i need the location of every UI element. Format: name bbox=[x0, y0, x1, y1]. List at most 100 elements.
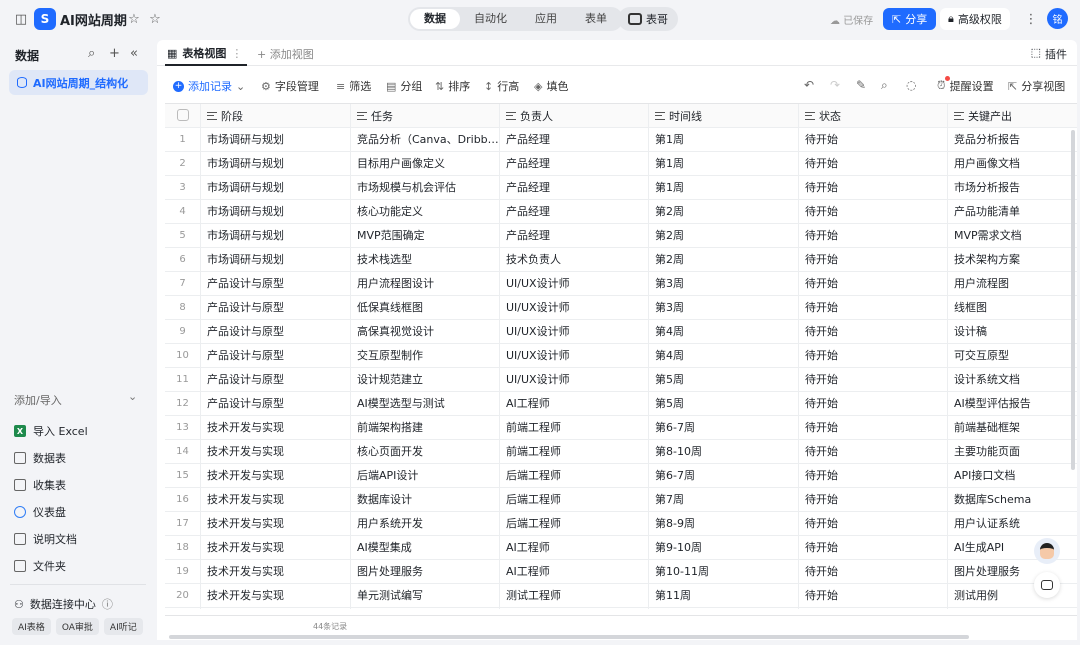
stage-cell[interactable]: 市场调研与规划 bbox=[201, 200, 351, 224]
owner-cell[interactable]: UI/UX设计师 bbox=[500, 296, 649, 320]
stage-cell[interactable]: 技术开发与实现 bbox=[201, 488, 351, 512]
chevron-down-icon[interactable]: ⌄ bbox=[128, 390, 137, 403]
task-cell[interactable]: 用户流程图设计 bbox=[351, 272, 500, 296]
stage-cell[interactable]: 市场调研与规划 bbox=[201, 128, 351, 152]
bot-button[interactable]: 表哥 bbox=[618, 7, 678, 31]
assistant-avatar-button[interactable] bbox=[1034, 538, 1060, 564]
sidebar-item-dashboard[interactable]: 仪表盘 bbox=[14, 504, 66, 520]
timeline-cell[interactable]: 第7周 bbox=[649, 488, 799, 512]
status-cell[interactable]: 待开始 bbox=[799, 488, 948, 512]
timeline-cell[interactable]: 第4周 bbox=[649, 344, 799, 368]
output-cell[interactable]: AI模型评估报告 bbox=[948, 392, 1077, 416]
table-row[interactable]: 3 市场调研与规划 市场规模与机会评估 产品经理 第1周 待开始 市场分析报告 bbox=[165, 176, 1077, 200]
data-connect-center[interactable]: ⚇ 数据连接中心 ⓘ bbox=[14, 596, 113, 612]
owner-cell[interactable]: 测试工程师 bbox=[500, 608, 649, 609]
table-row[interactable]: 20 技术开发与实现 单元测试编写 测试工程师 第11周 待开始 测试用例 bbox=[165, 584, 1077, 608]
task-cell[interactable]: AI模型选型与测试 bbox=[351, 392, 500, 416]
owner-cell[interactable]: 后端工程师 bbox=[500, 512, 649, 536]
timeline-cell[interactable]: 第11周 bbox=[649, 584, 799, 608]
sidebar-item-import-excel[interactable]: X 导入 Excel bbox=[14, 423, 88, 439]
timeline-cell[interactable]: 第10-11周 bbox=[649, 560, 799, 584]
redo-icon[interactable]: ↷ bbox=[830, 78, 840, 92]
table-row[interactable]: 11 产品设计与原型 设计规范建立 UI/UX设计师 第5周 待开始 设计系统文档 bbox=[165, 368, 1077, 392]
status-cell[interactable]: 待开始 bbox=[799, 392, 948, 416]
table-row[interactable]: 16 技术开发与实现 数据库设计 后端工程师 第7周 待开始 数据库Schema bbox=[165, 488, 1077, 512]
timeline-cell[interactable]: 第5周 bbox=[649, 368, 799, 392]
sort-button[interactable]: ⇅ 排序 bbox=[435, 78, 470, 94]
stage-cell[interactable]: 技术开发与实现 bbox=[201, 512, 351, 536]
task-cell[interactable]: MVP范围确定 bbox=[351, 224, 500, 248]
vertical-scrollbar[interactable] bbox=[1071, 130, 1075, 470]
table-row[interactable]: 17 技术开发与实现 用户系统开发 后端工程师 第8-9周 待开始 用户认证系统 bbox=[165, 512, 1077, 536]
column-header-output[interactable]: 关键产出 bbox=[948, 104, 1077, 128]
field-manage-button[interactable]: ⚙ 字段管理 bbox=[261, 78, 319, 94]
timeline-cell[interactable]: 第6-7周 bbox=[649, 416, 799, 440]
timeline-cell[interactable]: 第12周 bbox=[649, 608, 799, 609]
stage-cell[interactable]: 技术开发与实现 bbox=[201, 416, 351, 440]
task-cell[interactable]: 后端API设计 bbox=[351, 464, 500, 488]
status-cell[interactable]: 待开始 bbox=[799, 344, 948, 368]
status-cell[interactable]: 待开始 bbox=[799, 416, 948, 440]
owner-cell[interactable]: 前端工程师 bbox=[500, 440, 649, 464]
timeline-cell[interactable]: 第5周 bbox=[649, 392, 799, 416]
timeline-cell[interactable]: 第9-10周 bbox=[649, 536, 799, 560]
owner-cell[interactable]: AI工程师 bbox=[500, 392, 649, 416]
output-cell[interactable]: API接口文档 bbox=[948, 464, 1077, 488]
sidebar-item-active-table[interactable]: AI网站周期_结构化 bbox=[9, 70, 148, 95]
table-row[interactable]: 1市场调研与规划竞品分析（Canva、Dribbble等）产品经理第1周待开始竞… bbox=[165, 128, 1077, 152]
output-cell[interactable]: 可交互原型 bbox=[948, 344, 1077, 368]
chip-ai-notes[interactable]: AI听记 bbox=[103, 618, 143, 635]
task-cell[interactable]: 核心功能定义 bbox=[351, 200, 500, 224]
select-all-checkbox[interactable] bbox=[176, 109, 189, 121]
timeline-cell[interactable]: 第2周 bbox=[649, 224, 799, 248]
timeline-cell[interactable]: 第2周 bbox=[649, 200, 799, 224]
task-cell[interactable]: 单元测试编写 bbox=[351, 584, 500, 608]
column-header-status[interactable]: 状态 bbox=[799, 104, 948, 128]
output-cell[interactable]: 产品功能清单 bbox=[948, 200, 1077, 224]
undo-icon[interactable]: ↶ bbox=[804, 78, 814, 92]
owner-cell[interactable]: UI/UX设计师 bbox=[500, 368, 649, 392]
output-cell[interactable]: 测试报告 bbox=[948, 608, 1077, 609]
stage-cell[interactable]: 技术开发与实现 bbox=[201, 440, 351, 464]
stage-cell[interactable]: 产品设计与原型 bbox=[201, 296, 351, 320]
status-cell[interactable]: 待开始 bbox=[799, 320, 948, 344]
stage-cell[interactable]: 市场调研与规划 bbox=[201, 176, 351, 200]
owner-cell[interactable]: 产品经理 bbox=[500, 176, 649, 200]
add-view-button[interactable]: + 添加视图 bbox=[257, 46, 314, 62]
avatar[interactable]: 铭 bbox=[1047, 8, 1068, 29]
output-cell[interactable]: 线框图 bbox=[948, 296, 1077, 320]
share-button[interactable]: ⇱ 分享 bbox=[883, 8, 937, 30]
task-cell[interactable]: 交互原型制作 bbox=[351, 344, 500, 368]
owner-cell[interactable]: 产品经理 bbox=[500, 152, 649, 176]
stage-cell[interactable]: 市场调研与规划 bbox=[201, 224, 351, 248]
table-row[interactable]: 6 市场调研与规划 技术栈选型 技术负责人 第2周 待开始 技术架构方案 bbox=[165, 248, 1077, 272]
stage-cell[interactable]: 技术开发与实现 bbox=[201, 584, 351, 608]
table-row[interactable]: 14 技术开发与实现 核心页面开发 前端工程师 第8-10周 待开始 主要功能页面 bbox=[165, 440, 1077, 464]
status-cell[interactable]: 待开始 bbox=[799, 152, 948, 176]
edit-icon[interactable]: ✎ bbox=[856, 78, 866, 92]
stage-cell[interactable]: 产品设计与原型 bbox=[201, 368, 351, 392]
output-cell[interactable]: 技术架构方案 bbox=[948, 248, 1077, 272]
tab-data[interactable]: 数据 bbox=[410, 9, 460, 29]
plugin-button[interactable]: ⬚ 插件 bbox=[1031, 46, 1067, 62]
task-cell[interactable]: 竞品分析（Canva、Dribbble等） bbox=[351, 128, 500, 152]
task-cell[interactable]: 数据库设计 bbox=[351, 488, 500, 512]
column-header-timeline[interactable]: 时间线 bbox=[649, 104, 799, 128]
timeline-cell[interactable]: 第1周 bbox=[649, 152, 799, 176]
owner-cell[interactable]: AI工程师 bbox=[500, 536, 649, 560]
output-cell[interactable]: 市场分析报告 bbox=[948, 176, 1077, 200]
table-row[interactable]: 13 技术开发与实现 前端架构搭建 前端工程师 第6-7周 待开始 前端基础框架 bbox=[165, 416, 1077, 440]
table-row[interactable]: 7 产品设计与原型 用户流程图设计 UI/UX设计师 第3周 待开始 用户流程图 bbox=[165, 272, 1077, 296]
search-icon[interactable]: ⌕ bbox=[881, 78, 888, 93]
chevron-down-icon[interactable]: ⌄ bbox=[236, 80, 245, 93]
table-row[interactable]: 9 产品设计与原型 高保真视觉设计 UI/UX设计师 第4周 待开始 设计稿 bbox=[165, 320, 1077, 344]
filter-button[interactable]: ≡ 筛选 bbox=[336, 78, 371, 94]
help-icon[interactable]: ⓘ bbox=[102, 596, 113, 612]
status-cell[interactable]: 待开始 bbox=[799, 560, 948, 584]
owner-cell[interactable]: UI/UX设计师 bbox=[500, 272, 649, 296]
task-cell[interactable]: 目标用户画像定义 bbox=[351, 152, 500, 176]
output-cell[interactable]: 用户流程图 bbox=[948, 272, 1077, 296]
status-cell[interactable]: 待开始 bbox=[799, 536, 948, 560]
table-row[interactable]: 10 产品设计与原型 交互原型制作 UI/UX设计师 第4周 待开始 可交互原型 bbox=[165, 344, 1077, 368]
task-cell[interactable]: 高保真视觉设计 bbox=[351, 320, 500, 344]
